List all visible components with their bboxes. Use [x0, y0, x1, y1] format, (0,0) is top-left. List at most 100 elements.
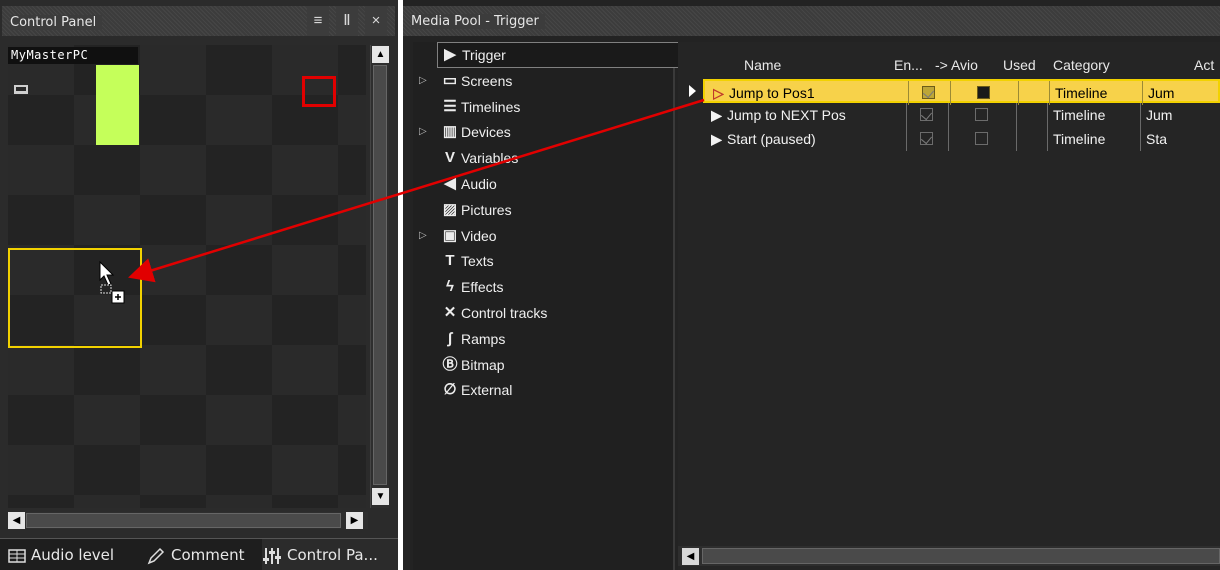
control-cell[interactable]	[338, 495, 366, 508]
control-cell[interactable]	[338, 245, 366, 295]
control-cell[interactable]	[206, 495, 272, 508]
media-pool-horizontal-scrollbar[interactable]: ◀	[678, 546, 1220, 566]
avio-checkbox[interactable]	[975, 108, 988, 121]
control-cell[interactable]	[338, 45, 366, 95]
tree-item-variables[interactable]: V Variables	[413, 145, 663, 171]
control-cell[interactable]	[140, 495, 206, 508]
control-cell[interactable]	[206, 345, 272, 395]
control-cell[interactable]	[206, 245, 272, 295]
control-cell[interactable]	[8, 195, 74, 245]
column-enabled[interactable]: En...	[894, 52, 923, 78]
control-cell[interactable]	[74, 495, 140, 508]
tree-item-bitmap[interactable]: Ⓑ Bitmap	[413, 352, 663, 378]
control-cell[interactable]	[74, 145, 140, 195]
tree-item-external[interactable]: ∅ External	[413, 377, 663, 403]
expand-icon[interactable]: ▷	[419, 223, 427, 249]
tab-comment[interactable]: Comment	[146, 539, 256, 570]
table-row[interactable]: ▶ Start (paused) Timeline Sta	[703, 127, 1220, 151]
control-cell[interactable]	[140, 395, 206, 445]
control-cell-active[interactable]	[96, 65, 139, 145]
control-cell[interactable]	[272, 145, 338, 195]
control-cell[interactable]	[8, 495, 74, 508]
expand-icon[interactable]: ▷	[419, 68, 427, 94]
horizontal-scrollbar[interactable]: ◀ ▶	[8, 512, 368, 529]
media-pool-scroll-left-icon[interactable]: ◀	[682, 548, 699, 565]
control-cell[interactable]	[338, 295, 366, 345]
scroll-right-icon[interactable]: ▶	[346, 512, 363, 529]
tree-item-devices[interactable]: ▷ ▥ Devices	[413, 119, 663, 145]
control-cell[interactable]	[338, 195, 366, 245]
column-category[interactable]: Category	[1053, 52, 1110, 78]
table-row[interactable]: ▷ Jump to Pos1 Timeline Jum	[703, 79, 1220, 105]
control-cell[interactable]	[8, 95, 74, 145]
menu-icon[interactable]: ≡	[307, 6, 329, 36]
control-cell[interactable]	[8, 145, 74, 195]
table-row[interactable]: ▶ Jump to NEXT Pos Timeline Jum	[703, 103, 1220, 127]
tree-item-ramps[interactable]: ∫ Ramps	[413, 326, 663, 352]
control-cell[interactable]	[8, 395, 74, 445]
selected-drop-cell[interactable]	[8, 248, 142, 348]
control-cell[interactable]	[272, 395, 338, 445]
control-cell[interactable]	[338, 395, 366, 445]
control-cell[interactable]	[272, 345, 338, 395]
column-name[interactable]: Name	[744, 52, 781, 78]
column-action[interactable]: Act	[1194, 52, 1214, 78]
column-used[interactable]: Used	[1003, 52, 1036, 78]
control-cell[interactable]	[272, 495, 338, 508]
pin-icon[interactable]: Ⅱ	[336, 6, 358, 36]
horizontal-scroll-thumb[interactable]	[26, 513, 341, 528]
tree-item-pictures[interactable]: ▨ Pictures	[413, 197, 663, 223]
control-cell[interactable]	[272, 245, 338, 295]
media-pool-titlebar[interactable]: Media Pool - Trigger	[403, 6, 1220, 36]
control-cell[interactable]	[74, 195, 140, 245]
control-cell[interactable]	[74, 395, 140, 445]
vertical-scrollbar[interactable]: ▲ ▼	[370, 45, 389, 508]
tree-item-timelines[interactable]: ☰ Timelines	[413, 94, 663, 120]
control-cell[interactable]	[272, 295, 338, 345]
tab-audio-level[interactable]: Audio level	[8, 539, 136, 570]
control-cell[interactable]	[140, 145, 206, 195]
control-panel-titlebar[interactable]: Control Panel ≡ Ⅱ ×	[2, 6, 395, 36]
control-cell[interactable]	[74, 345, 140, 395]
control-cell[interactable]	[206, 195, 272, 245]
control-cell[interactable]	[338, 345, 366, 395]
control-cell[interactable]	[140, 45, 206, 95]
control-cell[interactable]	[74, 445, 140, 495]
avio-checkbox[interactable]	[977, 86, 990, 99]
control-cell[interactable]	[140, 295, 206, 345]
control-cell[interactable]	[8, 345, 74, 395]
control-cell[interactable]	[206, 295, 272, 345]
control-cell[interactable]	[140, 345, 206, 395]
tree-item-video[interactable]: ▷ ▣ Video	[413, 223, 663, 249]
control-cell[interactable]	[8, 445, 74, 495]
close-icon[interactable]: ×	[365, 6, 387, 36]
scroll-left-icon[interactable]: ◀	[8, 512, 25, 529]
enabled-checkbox[interactable]	[922, 86, 935, 99]
control-cell[interactable]	[206, 45, 272, 95]
tree-item-trigger[interactable]: ▶ Trigger	[437, 42, 681, 68]
media-pool-scroll-thumb[interactable]	[702, 548, 1220, 564]
avio-checkbox[interactable]	[975, 132, 988, 145]
control-cell[interactable]	[272, 195, 338, 245]
tree-item-effects[interactable]: ϟ Effects	[413, 274, 663, 300]
control-cell[interactable]	[140, 95, 206, 145]
control-cell[interactable]	[338, 145, 366, 195]
scroll-up-icon[interactable]: ▲	[372, 46, 389, 63]
control-cell[interactable]	[338, 95, 366, 145]
tree-item-texts[interactable]: T Texts	[413, 248, 663, 274]
control-cell[interactable]	[206, 395, 272, 445]
vertical-scroll-thumb[interactable]	[373, 65, 387, 485]
control-cell[interactable]	[206, 145, 272, 195]
control-cell[interactable]	[206, 445, 272, 495]
tree-item-screens[interactable]: ▷ ▭ Screens	[413, 68, 663, 94]
control-cell[interactable]	[140, 245, 206, 295]
column-avio[interactable]: -> Avio	[935, 52, 978, 78]
control-cell[interactable]	[206, 95, 272, 145]
tree-item-control-tracks[interactable]: ✕ Control tracks	[413, 300, 663, 326]
scroll-down-icon[interactable]: ▼	[372, 488, 389, 505]
control-cell[interactable]	[338, 445, 366, 495]
tab-control-panel[interactable]: Control Pa...	[262, 539, 398, 570]
control-cell[interactable]	[140, 445, 206, 495]
control-cell[interactable]	[272, 445, 338, 495]
control-cell[interactable]	[140, 195, 206, 245]
